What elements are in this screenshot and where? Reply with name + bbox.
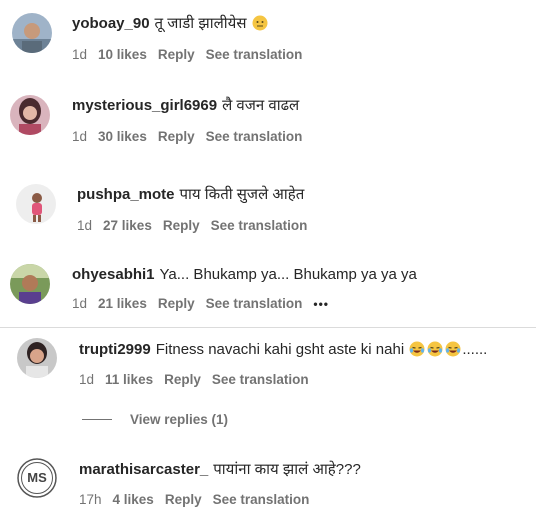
comment-text: Fitness navachi kahi gsht aste ki nahi xyxy=(155,341,405,358)
comment-meta: 1d 10 likes Reply See translation xyxy=(72,47,313,63)
comment-likes[interactable]: 10 likes xyxy=(98,47,147,62)
comment-text-line: marathisarcaster_ पायांना काय झालं आहे??? xyxy=(79,461,361,479)
avatar-initials: MS xyxy=(27,470,47,485)
comment-time: 17h xyxy=(79,492,102,507)
comment-username[interactable]: marathisarcaster_ xyxy=(79,461,208,478)
avatar[interactable] xyxy=(17,338,57,378)
comment-likes[interactable]: 4 likes xyxy=(113,492,154,507)
comment-text: पायांना काय झालं आहे??? xyxy=(213,461,361,478)
comment-username[interactable]: yoboay_90 xyxy=(72,15,150,32)
comment-text: तू जाडी झालीयेस xyxy=(154,15,247,32)
comment-text-line: ohyesabhi1 Ya... Bhukamp ya... Bhukamp ya… xyxy=(72,266,417,284)
reply-button[interactable]: Reply xyxy=(158,129,195,144)
comment-text: Ya... Bhukamp ya... Bhukamp ya ya ya xyxy=(159,266,417,283)
reply-button[interactable]: Reply xyxy=(164,372,201,387)
laughing-tears-emoji-icon xyxy=(427,341,443,357)
more-options-icon[interactable]: ••• xyxy=(313,296,329,312)
comment-text-line: mysterious_girl6969 लै वजन वाढल xyxy=(72,97,299,115)
comment-username[interactable]: ohyesabhi1 xyxy=(72,266,155,283)
view-replies-line xyxy=(82,419,112,420)
comment-likes[interactable]: 30 likes xyxy=(98,129,147,144)
see-translation-button[interactable]: See translation xyxy=(206,129,303,144)
avatar[interactable]: MS xyxy=(17,458,57,498)
avatar[interactable] xyxy=(10,95,50,135)
comment-time: 1d xyxy=(72,296,88,311)
comment-meta: 1d 30 likes Reply See translation xyxy=(72,129,313,145)
avatar[interactable] xyxy=(10,264,50,304)
comment-username[interactable]: pushpa_mote xyxy=(77,186,175,203)
comment-time: 1d xyxy=(79,372,95,387)
reply-button[interactable]: Reply xyxy=(163,218,200,233)
comment-time: 1d xyxy=(77,218,93,233)
comments-section: yoboay_90 तू जाडी झालीयेस 1d 10 likes Reply… xyxy=(0,0,536,520)
laughing-tears-emoji-icon xyxy=(445,341,461,357)
avatar[interactable] xyxy=(12,13,52,53)
comment-likes[interactable]: 27 likes xyxy=(103,218,152,233)
reply-button[interactable]: Reply xyxy=(165,492,202,507)
see-translation-button[interactable]: See translation xyxy=(213,492,310,507)
see-translation-button[interactable]: See translation xyxy=(206,47,303,62)
avatar[interactable] xyxy=(16,184,56,224)
see-translation-button[interactable]: See translation xyxy=(211,218,308,233)
comment-time: 1d xyxy=(72,129,88,144)
reply-button[interactable]: Reply xyxy=(158,296,195,311)
comment-meta: 17h 4 likes Reply See translation xyxy=(79,492,320,508)
view-replies-button[interactable]: View replies (1) xyxy=(82,412,228,430)
comment-likes[interactable]: 11 likes xyxy=(105,372,153,387)
comment-text: लै वजन वाढल xyxy=(222,97,300,114)
neutral-face-emoji-icon xyxy=(252,15,268,31)
divider xyxy=(0,327,536,328)
comment-text-line: trupti2999 Fitness navachi kahi gsht aste… xyxy=(79,341,487,359)
laughing-tears-emoji-icon xyxy=(409,341,425,357)
comment-meta: 1d 21 likes Reply See translation ••• xyxy=(72,296,340,312)
comment-text-line: yoboay_90 तू जाडी झालीयेस xyxy=(72,15,269,33)
comment-username[interactable]: trupti2999 xyxy=(79,341,151,358)
comment-time: 1d xyxy=(72,47,88,62)
see-translation-button[interactable]: See translation xyxy=(212,372,309,387)
comment-text: पाय किती सुजले आहेत xyxy=(179,186,305,203)
comment-likes[interactable]: 21 likes xyxy=(98,296,147,311)
comment-meta: 1d 11 likes Reply See translation xyxy=(79,372,320,388)
comment-meta: 1d 27 likes Reply See translation xyxy=(77,218,318,234)
comment-username[interactable]: mysterious_girl6969 xyxy=(72,97,217,114)
see-translation-button[interactable]: See translation xyxy=(206,296,303,311)
comment-text-line: pushpa_mote पाय किती सुजले आहेत xyxy=(77,186,304,204)
comment-trailing-text: ...... xyxy=(462,341,488,358)
view-replies-label: View replies (1) xyxy=(130,412,229,427)
reply-button[interactable]: Reply xyxy=(158,47,195,62)
